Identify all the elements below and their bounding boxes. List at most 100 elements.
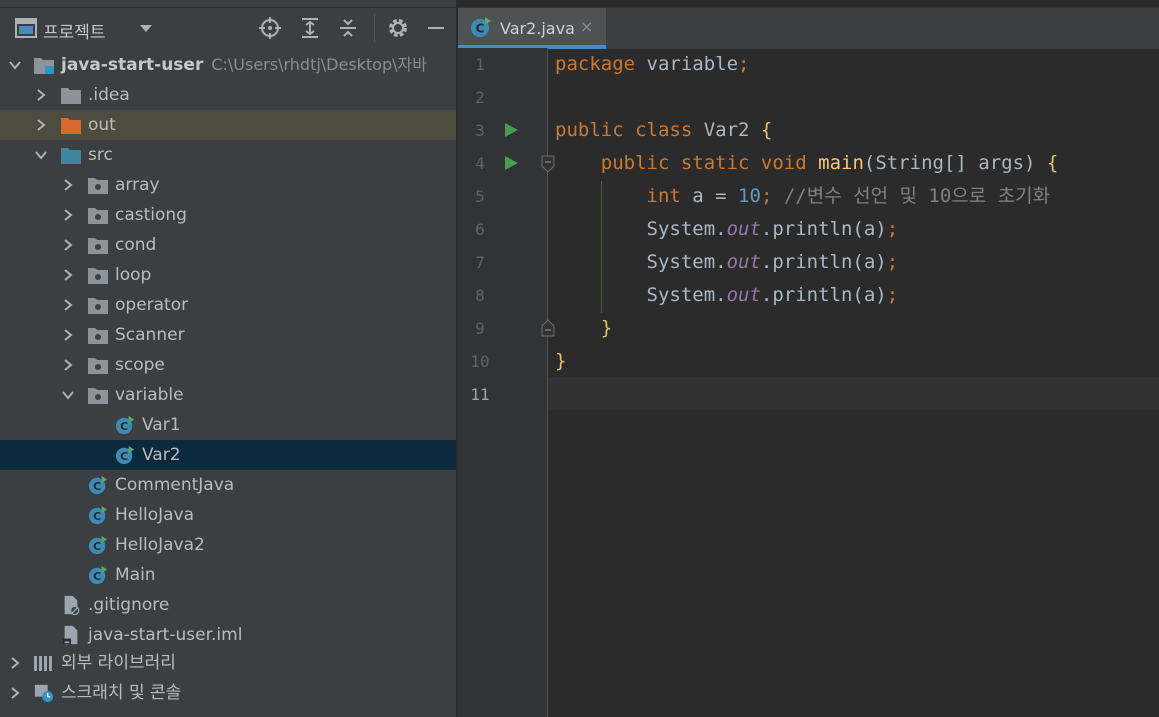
tree-item-label: .idea [88,85,130,105]
svg-text:C: C [120,420,128,433]
tree-item-hellojava2[interactable]: C HelloJava2 [0,530,456,560]
chevron-right-icon[interactable] [61,298,75,312]
chevron-down-icon[interactable] [61,388,75,402]
tree-item-gitignore[interactable]: .gitignore [0,590,456,620]
tree-item-scanner[interactable]: Scanner [0,320,456,350]
folder-icon [61,88,81,104]
project-toolwindow-header: 프로젝트 [0,7,456,50]
tab-var2-java[interactable]: C Var2.java × [458,8,606,49]
package-icon [88,238,108,254]
package-icon [88,358,108,374]
current-line-highlight [548,377,1159,410]
close-icon[interactable]: × [580,17,593,36]
tree-item-scope[interactable]: scope [0,350,456,380]
tree-item-label: HelloJava2 [115,535,205,555]
chevron-right-icon[interactable] [61,178,75,192]
tree-item-array[interactable]: array [0,170,456,200]
line-number: 2 [475,88,485,107]
code-line-10[interactable]: } [555,345,566,378]
svg-text:C: C [120,450,128,463]
chevron-right-icon[interactable] [34,88,48,102]
tree-item-label: 외부 라이브러리 [61,653,176,673]
run-icon[interactable] [503,122,519,138]
line-number: 9 [475,319,485,338]
tree-item-loop[interactable]: loop [0,260,456,290]
tree-item-idea[interactable]: .idea [0,80,456,110]
chevron-down-icon[interactable] [34,148,48,162]
tree-item-commentjava[interactable]: C CommentJava [0,470,456,500]
code-editor[interactable]: C Var2.java × 1 2 3 4 5 6 7 8 9 10 11 pa… [458,0,1159,717]
chevron-right-icon[interactable] [34,118,48,132]
code-line-8[interactable]: System.out.println(a); [555,279,899,312]
tree-item-label: variable [115,385,184,405]
chevron-right-icon[interactable] [61,238,75,252]
tree-item-module[interactable]: java-start-user C:\Users\rhdtj\Desktop\자바 [0,50,456,80]
tree-item-main[interactable]: C Main [0,560,456,590]
chevron-right-icon[interactable] [61,328,75,342]
java-class-icon: C [88,535,108,555]
code-line-7[interactable]: System.out.println(a); [555,246,899,279]
tree-item-label: src [88,145,113,165]
tree-item-castiong[interactable]: castiong [0,200,456,230]
tree-item-var2[interactable]: C Var2 [0,440,456,470]
tab-label: Var2.java [500,19,575,38]
tree-item-iml[interactable]: java-start-user.iml [0,620,456,650]
chevron-down-icon[interactable] [8,58,22,72]
line-number: 8 [475,286,485,305]
tree-item-operator[interactable]: operator [0,290,456,320]
tree-item-hellojava[interactable]: C HelloJava [0,500,456,530]
tree-item-label: castiong [115,205,187,225]
minimize-icon[interactable] [424,16,448,40]
library-icon [34,656,52,671]
code-line-4[interactable]: public static void main(String[] args) { [555,147,1059,180]
code-line-9[interactable]: } [555,312,612,345]
tree-item-src[interactable]: src [0,140,456,170]
chevron-right-icon[interactable] [61,208,75,222]
line-number: 3 [475,121,485,140]
tree-item-label: .gitignore [88,595,170,615]
svg-text:C: C [93,480,101,493]
package-icon [88,388,108,404]
line-number: 6 [475,220,485,239]
tree-item-cond[interactable]: cond [0,230,456,260]
tree-item-variable[interactable]: variable [0,380,456,410]
tree-item-external-libraries[interactable]: 외부 라이브러리 [0,648,456,678]
header-divider [374,14,375,42]
code-line-5[interactable]: int a = 10; //변수 선언 및 10으로 초기화 [555,180,1051,213]
java-class-icon: C [88,475,108,495]
code-line-6[interactable]: System.out.println(a); [555,213,899,246]
chevron-right-icon[interactable] [8,686,22,700]
code-line-3[interactable]: public class Var2 { [555,114,772,147]
svg-text:C: C [93,540,101,553]
run-icon[interactable] [503,155,519,171]
tree-item-var1[interactable]: C Var1 [0,410,456,440]
scratches-icon [34,684,54,703]
tree-item-scratches[interactable]: 스크래치 및 콘솔 [0,678,456,708]
svg-text:C: C [476,22,485,36]
svg-text:C: C [93,570,101,583]
chevron-right-icon[interactable] [8,656,22,670]
excluded-folder-icon [61,118,81,134]
tree-item-label: CommentJava [115,475,235,495]
line-number: 7 [475,253,485,272]
tree-item-label: Var2 [142,445,181,465]
tree-item-out[interactable]: out [0,110,456,140]
project-panel: 프로젝트 java-start-user C:\Users\rhdtj\Desk… [0,0,456,717]
chevron-right-icon[interactable] [61,268,75,282]
package-icon [88,178,108,194]
expand-all-icon[interactable] [298,16,322,40]
fold-icon[interactable] [540,319,556,337]
gear-icon[interactable] [386,16,410,40]
editor-gutter[interactable] [458,48,548,717]
source-folder-icon [61,148,81,164]
tree-item-label: Scanner [115,325,185,345]
tree-item-label: 스크래치 및 콘솔 [61,683,182,703]
code-line-1[interactable]: package variable; [555,48,749,81]
chevron-down-icon[interactable] [134,16,158,40]
locate-file-icon[interactable] [258,16,282,40]
chevron-right-icon[interactable] [61,358,75,372]
project-view-icon[interactable] [14,16,38,40]
project-panel-title[interactable]: 프로젝트 [43,18,106,43]
collapse-all-icon[interactable] [336,16,360,40]
fold-icon[interactable] [540,155,556,173]
